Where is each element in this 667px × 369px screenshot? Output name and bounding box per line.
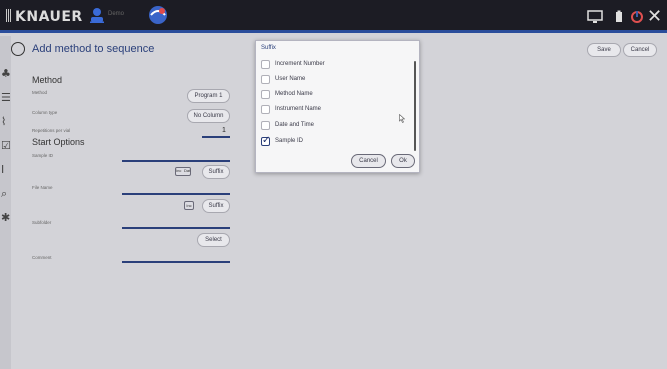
user-icon[interactable] bbox=[90, 7, 104, 23]
checkbox[interactable] bbox=[261, 75, 270, 84]
sidebar: ♣ ☰ ⌇ ☑ Ⅰ ⌕ ✱ bbox=[0, 36, 11, 369]
method-label: Method bbox=[32, 90, 48, 95]
option-label: Increment Number bbox=[275, 61, 325, 67]
checkbox[interactable] bbox=[261, 60, 270, 69]
user-name: Demo bbox=[108, 11, 125, 17]
top-bar: KNAUER Demo ✕ bbox=[0, 0, 667, 33]
list-icon[interactable]: ☰ bbox=[1, 92, 11, 104]
option-label: Sample ID bbox=[275, 138, 304, 144]
column-type-label: Column type bbox=[32, 110, 58, 115]
checkbox-checked[interactable]: ✓ bbox=[261, 135, 271, 146]
repetitions-label: Repetitions per vial bbox=[32, 128, 71, 133]
option-label: User Name bbox=[275, 76, 306, 82]
monitor-icon[interactable] bbox=[587, 9, 603, 25]
start-options-title: Start Options bbox=[32, 137, 85, 147]
cancel-button[interactable]: Cancel bbox=[623, 43, 657, 57]
option-label: Instrument Name bbox=[275, 106, 322, 112]
option-increment-number[interactable]: Increment Number bbox=[261, 59, 411, 70]
column-type-button[interactable]: No Column bbox=[187, 109, 230, 123]
checklist-icon[interactable]: ☑ bbox=[1, 140, 11, 152]
file-name-input[interactable] bbox=[122, 193, 230, 195]
suffix-dialog: Suffix Increment Number User Name Method… bbox=[255, 40, 420, 173]
app-globe-icon[interactable] bbox=[148, 5, 168, 25]
file-name-label: File Name bbox=[32, 185, 53, 190]
top-accent-line bbox=[0, 30, 667, 33]
sample-id-label: Sample ID bbox=[32, 153, 54, 158]
option-user-name[interactable]: User Name bbox=[261, 74, 411, 85]
brand-logo: KNAUER bbox=[15, 9, 83, 25]
gear-icon[interactable]: ✱ bbox=[1, 212, 11, 224]
option-label: Method Name bbox=[275, 91, 313, 97]
select-button[interactable]: Select bbox=[197, 233, 230, 247]
close-icon[interactable]: ✕ bbox=[647, 8, 662, 26]
option-date-and-time[interactable]: Date and Time bbox=[261, 120, 411, 131]
file-name-suffix-button[interactable]: Suffix bbox=[202, 199, 230, 213]
comment-label: Comment bbox=[32, 255, 52, 260]
dialog-title: Suffix bbox=[261, 45, 276, 51]
comment-input[interactable] bbox=[122, 261, 230, 263]
chart-icon[interactable]: ⌇ bbox=[1, 116, 11, 128]
checkbox[interactable] bbox=[261, 105, 270, 114]
logout-icon[interactable] bbox=[630, 9, 644, 25]
repetitions-value: 1 bbox=[222, 127, 226, 134]
subfolder-label: Subfolder bbox=[32, 220, 52, 225]
dialog-scrollbar[interactable] bbox=[414, 61, 416, 151]
option-instrument-name[interactable]: Instrument Name bbox=[261, 104, 411, 115]
sample-id-token-1: Inc bbox=[176, 168, 182, 173]
back-button[interactable] bbox=[11, 42, 25, 56]
page-title: Add method to sequence bbox=[32, 43, 155, 55]
checkmark-icon: ✓ bbox=[262, 135, 271, 146]
save-button[interactable]: Save bbox=[587, 43, 621, 57]
sample-id-input[interactable] bbox=[122, 160, 230, 162]
battery-icon bbox=[616, 10, 622, 22]
search-icon[interactable]: ⌕ bbox=[1, 188, 11, 200]
checkbox[interactable] bbox=[261, 121, 270, 130]
method-section-title: Method bbox=[32, 75, 63, 85]
tube-icon[interactable]: Ⅰ bbox=[1, 164, 11, 176]
dialog-ok-button[interactable]: Ok bbox=[391, 154, 415, 168]
checkbox[interactable] bbox=[261, 90, 270, 99]
sample-id-suffix-button[interactable]: Suffix bbox=[202, 165, 230, 179]
users-icon[interactable]: ♣ bbox=[1, 68, 11, 80]
option-method-name[interactable]: Method Name bbox=[261, 89, 411, 100]
option-sample-id[interactable]: ✓ Sample ID bbox=[261, 135, 411, 147]
mouse-cursor-icon bbox=[399, 114, 405, 123]
file-name-token[interactable]: Inc bbox=[184, 201, 194, 210]
knauer-logo-bars bbox=[6, 9, 12, 22]
option-label: Date and Time bbox=[275, 122, 315, 128]
subfolder-input[interactable] bbox=[122, 227, 230, 229]
sample-id-token-2: Dat bbox=[184, 168, 191, 173]
repetitions-input[interactable] bbox=[202, 136, 230, 138]
method-select-button[interactable]: Program 1 bbox=[187, 89, 230, 103]
dialog-cancel-button[interactable]: Cancel bbox=[351, 154, 386, 168]
